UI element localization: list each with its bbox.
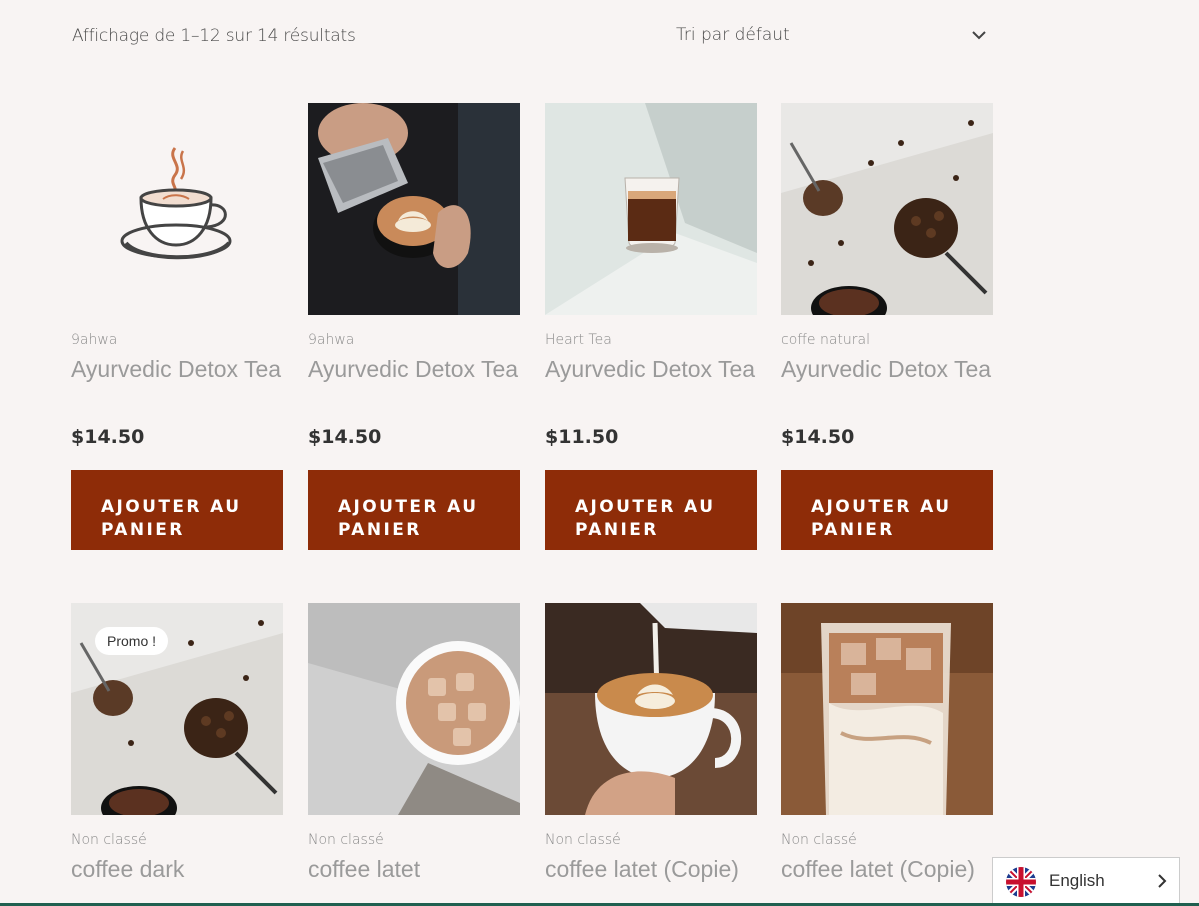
product-category[interactable]: Non classé <box>545 832 621 848</box>
add-to-cart-button[interactable]: AJOUTER AU PANIER <box>781 470 993 550</box>
product-category[interactable]: Heart Tea <box>545 332 612 348</box>
product-category[interactable]: 9ahwa <box>71 332 117 348</box>
product-image[interactable] <box>545 603 757 815</box>
product-category[interactable]: 9ahwa <box>308 332 354 348</box>
chevron-down-icon <box>972 31 986 40</box>
iced-coffee-cup-icon <box>308 603 520 815</box>
product-image[interactable] <box>781 103 993 315</box>
latte-pour-cup-icon <box>545 603 757 815</box>
product-price: $14.50 <box>781 426 855 448</box>
uk-flag-icon <box>1006 867 1036 897</box>
espresso-glass-shadow-icon <box>545 103 757 315</box>
product-title[interactable]: Ayurvedic Detox Tea <box>308 355 520 383</box>
sort-select[interactable]: Tri par défaut <box>676 24 996 50</box>
result-count: Affichage de 1–12 sur 14 résultats <box>72 26 356 46</box>
add-to-cart-button[interactable]: AJOUTER AU PANIER <box>308 470 520 550</box>
product-title[interactable]: Ayurvedic Detox Tea <box>545 355 757 383</box>
product-image[interactable] <box>781 603 993 815</box>
language-switcher[interactable]: English <box>992 857 1180 906</box>
language-label: English <box>1049 871 1105 890</box>
chevron-right-icon <box>1158 874 1167 888</box>
product-image[interactable] <box>71 103 283 315</box>
product-image[interactable] <box>545 103 757 315</box>
product-title[interactable]: Ayurvedic Detox Tea <box>781 355 993 383</box>
iced-latte-glass-icon <box>781 603 993 815</box>
sale-badge: Promo ! <box>95 627 169 655</box>
product-title[interactable]: coffee dark <box>71 855 283 883</box>
coffee-cup-logo-icon <box>71 103 283 315</box>
product-category[interactable]: Non classé <box>71 832 147 848</box>
product-price: $11.50 <box>545 426 619 448</box>
product-title[interactable]: coffee latet (Copie) <box>781 855 993 883</box>
product-image[interactable] <box>308 603 520 815</box>
product-price: $14.50 <box>308 426 382 448</box>
add-to-cart-button[interactable]: AJOUTER AU PANIER <box>545 470 757 550</box>
product-category[interactable]: Non classé <box>308 832 384 848</box>
product-image[interactable] <box>308 103 520 315</box>
product-title[interactable]: coffee latet (Copie) <box>545 855 757 883</box>
sort-select-label: Tri par défaut <box>676 25 790 45</box>
coffee-beans-scoop-icon <box>781 103 993 315</box>
product-category[interactable]: Non classé <box>781 832 857 848</box>
shop-toolbar: Affichage de 1–12 sur 14 résultats Tri p… <box>0 0 1199 80</box>
product-price: $14.50 <box>71 426 145 448</box>
product-image[interactable]: Promo ! <box>71 603 283 815</box>
add-to-cart-button[interactable]: AJOUTER AU PANIER <box>71 470 283 550</box>
product-title[interactable]: coffee latet <box>308 855 520 883</box>
latte-art-pour-icon <box>308 103 520 315</box>
product-category[interactable]: coffe natural <box>781 332 870 348</box>
product-title[interactable]: Ayurvedic Detox Tea <box>71 355 283 383</box>
